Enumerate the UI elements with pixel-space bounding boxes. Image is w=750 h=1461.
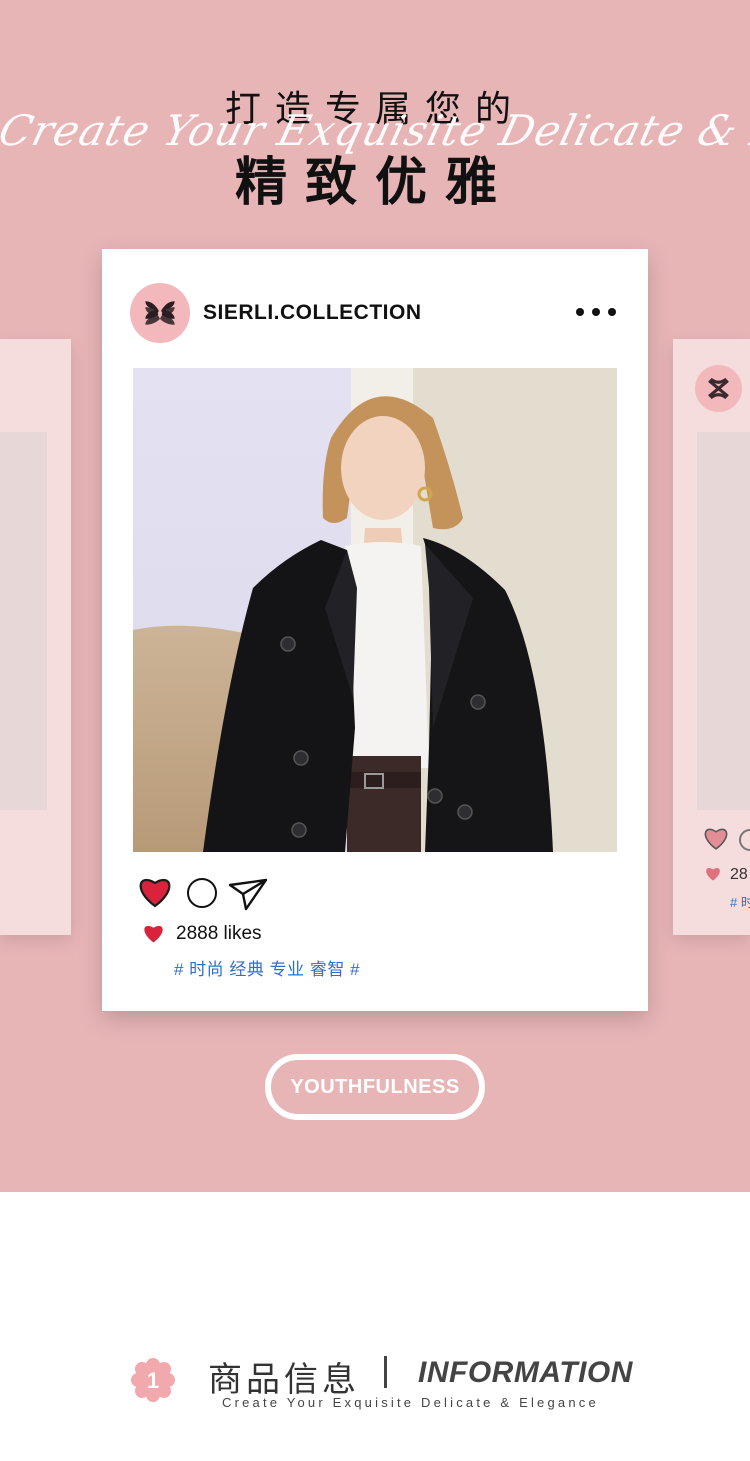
- side-card-left: [0, 339, 71, 935]
- post-tags[interactable]: # 时尚 经典 专业 睿智 #: [174, 955, 360, 980]
- youthfulness-badge: YOUTHFULNESS: [265, 1054, 485, 1120]
- heart-icon: [144, 925, 163, 943]
- heart-icon: [704, 828, 728, 850]
- info-divider: [384, 1356, 387, 1388]
- side-card-right: 28 # 时: [673, 339, 750, 935]
- info-number: 1: [147, 1368, 159, 1393]
- likes-count: 2888 likes: [176, 923, 262, 944]
- comment-icon[interactable]: [187, 878, 217, 908]
- side-card-right-photo: [697, 432, 750, 810]
- side-card-likes: 28: [730, 866, 748, 883]
- side-card-left-photo: [0, 432, 47, 810]
- post-card: SIERLI.COLLECTION 2888 likes # 时尚 经典 专业 …: [102, 249, 648, 1011]
- account-name[interactable]: SIERLI.COLLECTION: [203, 301, 422, 325]
- heart-icon: [706, 867, 720, 881]
- share-icon[interactable]: [228, 877, 268, 911]
- info-title-cn: 商品信息: [208, 1360, 360, 1400]
- heart-icon[interactable]: [137, 876, 173, 908]
- info-title-en: INFORMATION: [418, 1356, 633, 1389]
- youthfulness-label: YOUTHFULNESS: [290, 1075, 460, 1098]
- comment-icon: [739, 829, 750, 851]
- more-icon[interactable]: [576, 306, 616, 318]
- side-card-tags: # 时: [730, 895, 750, 910]
- headline-line-2: 精致优雅: [234, 153, 515, 213]
- flower-icon: 1: [130, 1357, 176, 1403]
- logo-icon[interactable]: [130, 283, 190, 343]
- post-photo: [133, 368, 617, 852]
- info-subtitle: Create Your Exquisite Delicate & Eleganc…: [222, 1395, 599, 1410]
- side-card-logo-icon: [695, 365, 742, 412]
